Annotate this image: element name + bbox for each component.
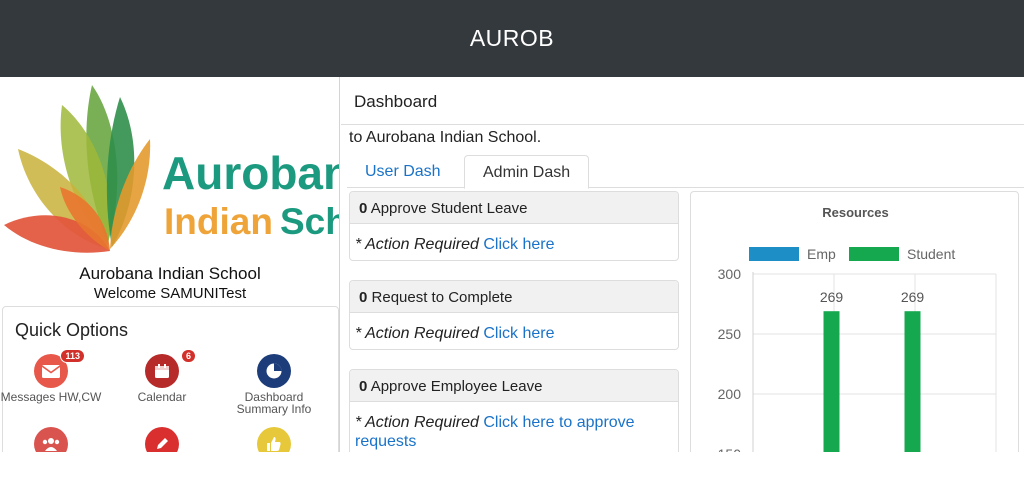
action-required-text: * Action Required <box>355 236 479 253</box>
card-body: * Action Required Click here <box>350 224 678 254</box>
logo-text-indian: Indian <box>164 201 273 242</box>
bar-student-1 <box>904 311 921 452</box>
thumbs-up-icon <box>257 427 291 452</box>
app-header: AUROB <box>0 0 1024 77</box>
legend-swatch-emp <box>749 247 799 261</box>
resources-chart: Emp Student 150 200 250 300 269 269 <box>718 246 997 452</box>
pencil-icon <box>145 427 179 452</box>
welcome-text: Welcome SAMUNITest <box>93 285 247 302</box>
main-content: Dashboard to Aurobana Indian School. Use… <box>341 77 1024 452</box>
pie-chart-icon <box>257 354 291 388</box>
click-here-link[interactable]: Click here <box>483 325 554 342</box>
quick-option-label: Calendar <box>137 390 187 404</box>
card-body: * Action Required Click here to approve … <box>350 402 678 451</box>
logo-text-school: School <box>280 201 340 242</box>
legend-label-emp: Emp <box>807 246 836 262</box>
card-request-to-complete: 0 Request to Complete * Action Required … <box>349 280 679 350</box>
data-label: 269 <box>901 289 925 305</box>
envelope-icon: 113 <box>34 349 85 388</box>
card-count: 0 <box>359 378 368 395</box>
quick-option-users[interactable] <box>0 427 106 452</box>
dashboard-tabs: User Dash Admin Dash <box>347 155 1024 189</box>
page-title: Dashboard <box>354 92 438 111</box>
card-title: Approve Student Leave <box>370 200 528 217</box>
app-title: AUROB <box>469 25 555 51</box>
legend-swatch-student <box>849 247 899 261</box>
quick-option-feedback[interactable] <box>219 427 329 452</box>
quick-option-dashboard-summary[interactable]: Dashboard Summary Info <box>219 354 329 415</box>
card-approve-student-leave: 0 Approve Student Leave * Action Require… <box>349 191 679 261</box>
quick-option-label: Dashboard Summary Info <box>236 390 312 416</box>
messages-badge: 113 <box>60 349 85 363</box>
quick-option-label: Messages HW,CW <box>0 390 102 404</box>
card-count: 0 <box>359 289 368 306</box>
card-title: Request to Complete <box>371 289 513 306</box>
quick-option-calendar[interactable]: 6 Calendar <box>107 349 217 404</box>
quick-options-panel: Quick Options 113 Messages HW,CW 6 Calen… <box>0 306 339 452</box>
welcome-line: to Aurobana Indian School. <box>349 129 542 146</box>
dashboard-header: Dashboard <box>341 77 1024 125</box>
action-required-text: * Action Required <box>355 325 479 342</box>
legend-label-student: Student <box>907 246 955 262</box>
click-here-link[interactable]: Click here <box>483 236 554 253</box>
action-required-text: * Action Required <box>355 414 479 431</box>
sidebar: Aurobana Indian School Aurobana Indian S… <box>0 77 340 452</box>
school-logo: Aurobana Indian School <box>0 77 340 262</box>
y-tick-label: 150 <box>718 446 742 452</box>
y-tick-label: 300 <box>718 266 742 282</box>
card-count: 0 <box>359 200 368 217</box>
tab-admin-dash[interactable]: Admin Dash <box>464 155 590 189</box>
quick-options-title: Quick Options <box>15 320 129 340</box>
data-label: 269 <box>820 289 844 305</box>
card-header: 0 Request to Complete <box>350 281 678 313</box>
card-approve-employee-leave: 0 Approve Employee Leave * Action Requir… <box>349 369 679 452</box>
users-icon <box>34 427 68 452</box>
card-title: Approve Employee Leave <box>370 378 543 395</box>
card-header: 0 Approve Student Leave <box>350 192 678 224</box>
calendar-badge: 6 <box>180 349 196 363</box>
resources-chart-panel: Resources Emp Student 150 200 250 300 269 269 <box>690 191 1019 452</box>
card-header: 0 Approve Employee Leave <box>350 370 678 402</box>
school-name: Aurobana Indian School <box>79 264 261 283</box>
quick-option-edit[interactable] <box>107 427 217 452</box>
y-tick-label: 200 <box>718 386 742 402</box>
logo-text-primary: Aurobana <box>162 147 340 199</box>
card-body: * Action Required Click here <box>350 313 678 343</box>
tab-user-dash[interactable]: User Dash <box>347 155 459 188</box>
bar-student-0 <box>823 311 840 452</box>
calendar-icon: 6 <box>145 349 196 388</box>
quick-option-messages[interactable]: 113 Messages HW,CW <box>0 349 106 404</box>
y-tick-label: 250 <box>718 326 742 342</box>
